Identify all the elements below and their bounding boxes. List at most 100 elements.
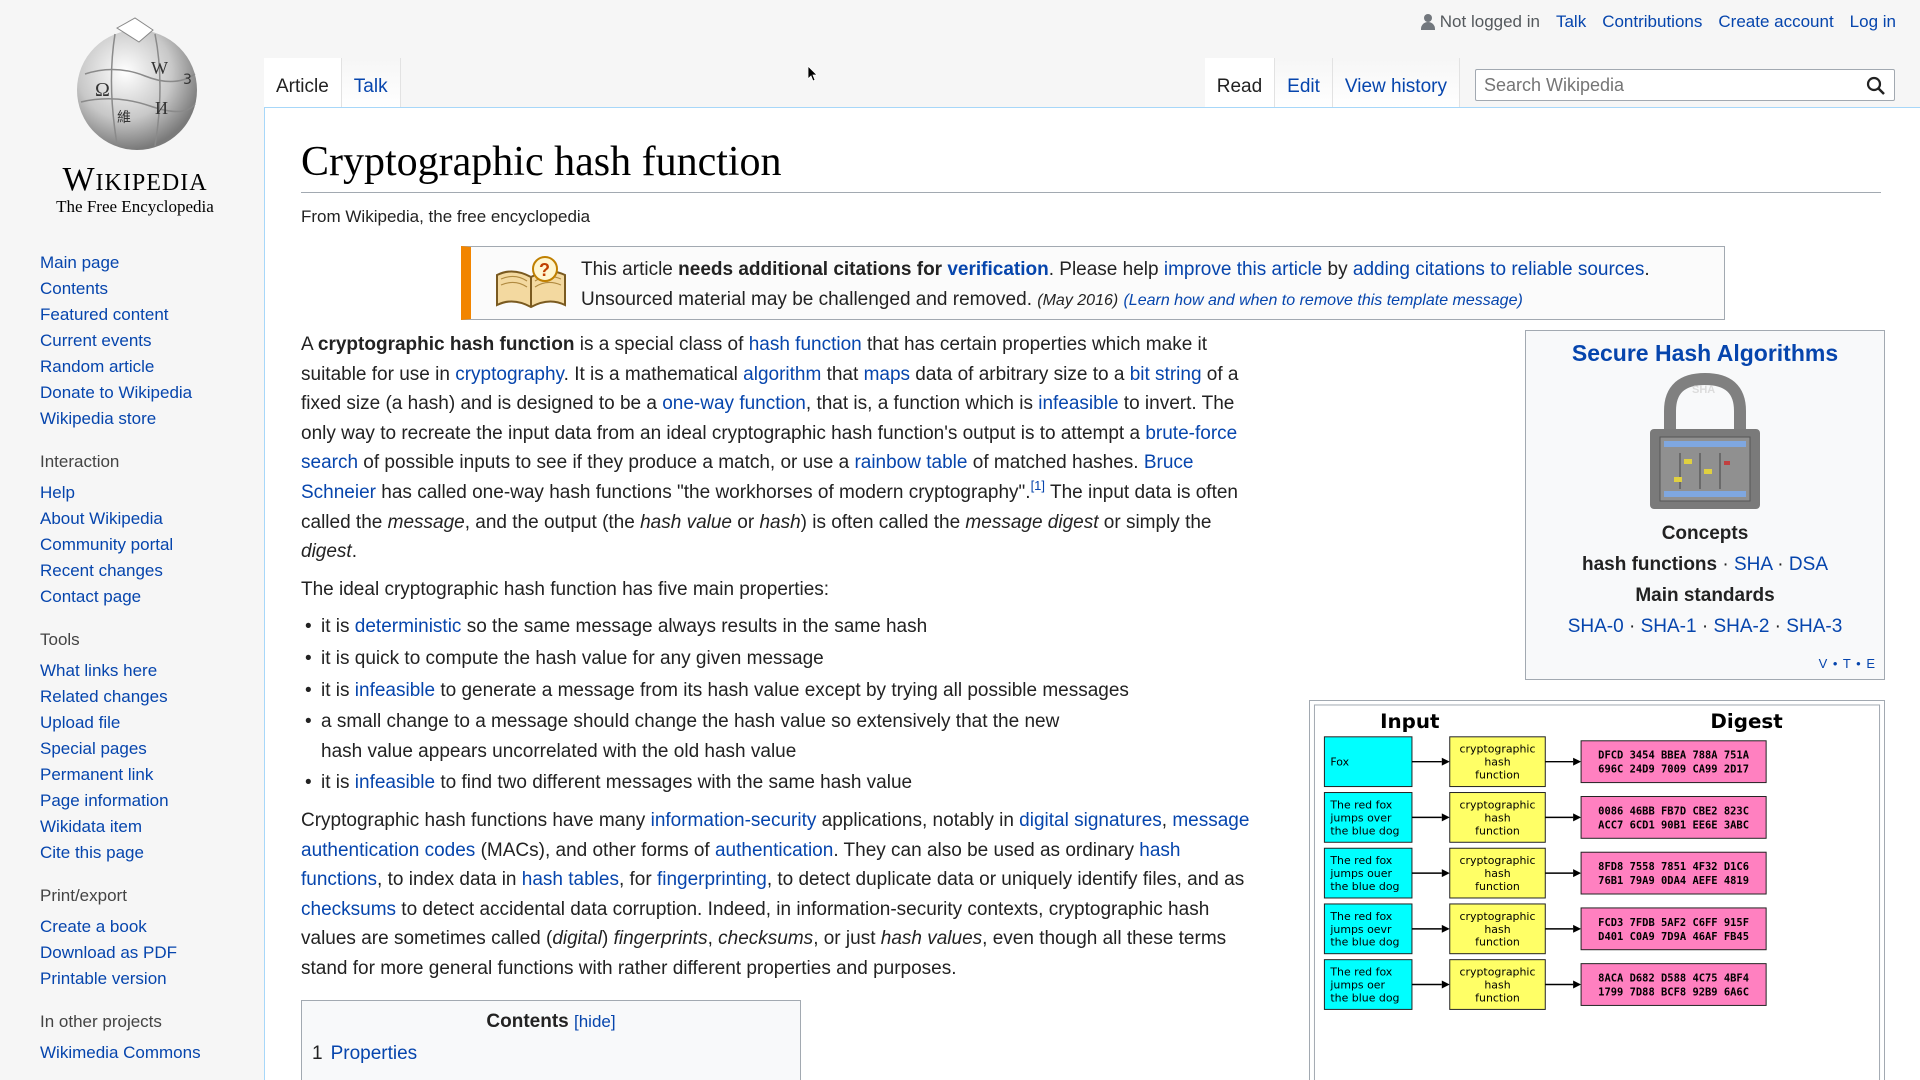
verification-link[interactable]: verification [947,259,1048,280]
toc-list: 1 Properties [312,1043,790,1065]
notice-text: This article [581,259,679,280]
contributions-link[interactable]: Contributions [1602,12,1702,32]
standards-row: SHA-0 · SHA-1 · SHA-2 · SHA-3 [1526,611,1884,642]
text: , that is, a function which is [805,393,1039,415]
link-checksums[interactable]: checksums [301,899,396,920]
puzzle-globe-icon: Ω W И 維 3 [77,17,197,150]
sidebar-item-create-book[interactable]: Create a book [40,917,147,936]
text: . It is a mathematical [563,363,744,385]
link-information-security[interactable]: information-security [651,810,817,831]
sidebar-item-recent-changes[interactable]: Recent changes [40,561,163,580]
adding-citations-link[interactable]: adding citations to reliable sources [1353,259,1645,280]
link-dsa[interactable]: DSA [1789,554,1828,575]
diagram-function-text: cryptographic [1460,854,1536,867]
sidebar-item-featured-content[interactable]: Featured content [40,305,169,324]
italic-term: fingerprints [613,928,708,950]
learn-remove-link[interactable]: (Learn how and when to remove this templ… [1123,289,1522,310]
sidebar-item-contact[interactable]: Contact page [40,587,141,606]
link-digital-signatures[interactable]: digital signatures [1019,810,1162,831]
text: it is [321,616,355,638]
sidebar-item-special-pages[interactable]: Special pages [40,739,147,758]
link-hash-function[interactable]: hash function [749,334,862,355]
sidebar-item-help[interactable]: Help [40,483,75,502]
diagram-digest-text: D401 C0A9 7D9A 46AF FB45 [1598,931,1749,943]
link-cryptography[interactable]: cryptography [455,364,563,385]
sidebar-item-current-events[interactable]: Current events [40,331,152,350]
sidebar-item-about[interactable]: About Wikipedia [40,509,163,528]
list-item: a small change to a message should chang… [301,707,1101,766]
link-sha-2[interactable]: SHA-2 [1713,616,1769,637]
link-bit-string[interactable]: bit string [1130,364,1202,385]
hash-diagram-image[interactable]: Input Digest Foxcryptographichashfunctio… [1309,700,1885,1080]
search-input[interactable] [1476,70,1856,100]
sidebar-item-download-pdf[interactable]: Download as PDF [40,943,177,962]
tab-edit[interactable]: Edit [1275,58,1333,108]
sidebar-item-wikidata-item[interactable]: Wikidata item [40,817,142,836]
text: , to detect duplicate data or uniquely i… [766,869,1245,891]
wikipedia-logo[interactable]: Ω W И 維 3 Wikipedia The Free Encyclopedi… [20,14,250,217]
tab-view-history[interactable]: View history [1332,58,1460,108]
page-title: Cryptographic hash function [301,138,1881,193]
diagram-function-text: function [1475,936,1520,949]
link-hash-tables[interactable]: hash tables [522,869,619,890]
link-one-way-function[interactable]: one-way function [662,393,806,414]
sidebar-item-related-changes[interactable]: Related changes [40,687,168,706]
sidebar-item-printable-version[interactable]: Printable version [40,969,167,988]
italic-term: digest [301,541,352,563]
sidebar-item-donate[interactable]: Donate to Wikipedia [40,383,192,402]
log-in-link[interactable]: Log in [1850,12,1896,32]
diagram-digest-text: FCD3 7FDB 5AF2 C6FF 915F [1598,917,1749,929]
padlock-icon: SHA [1650,372,1760,509]
tab-read[interactable]: Read [1204,58,1276,108]
sidebar-item-community-portal[interactable]: Community portal [40,535,173,554]
improve-article-link[interactable]: improve this article [1164,259,1322,280]
link-maps[interactable]: maps [864,364,910,385]
personal-talk-link[interactable]: Talk [1556,12,1586,32]
diagram-digest-text: ACC7 6CD1 90B1 EE6E 3ABC [1598,819,1749,831]
link-sha[interactable]: SHA [1734,554,1772,575]
diagram-digest-text: 0086 46BB FB7D CBE2 823C [1598,805,1749,817]
arrow-head-icon [1573,924,1582,933]
sidebar-item-store[interactable]: Wikipedia store [40,409,156,428]
sidebar-item-main-page[interactable]: Main page [40,253,119,272]
hash-functions-label: hash functions [1581,554,1718,575]
tab-article[interactable]: Article [264,58,342,108]
link-sha-0[interactable]: SHA-0 [1568,616,1624,637]
arrow-head-icon [1441,980,1450,989]
user-icon [1420,14,1436,30]
toc-item-properties[interactable]: Properties [331,1043,418,1064]
link-sha-1[interactable]: SHA-1 [1641,616,1697,637]
sidebar-navigation: Main page Contents Featured content Curr… [40,250,250,432]
link-algorithm[interactable]: algorithm [743,364,821,385]
link-infeasible[interactable]: infeasible [355,680,435,701]
text: A [301,334,318,355]
link-sha-3[interactable]: SHA-3 [1786,616,1842,637]
search-icon[interactable] [1866,76,1886,96]
toc-title-row: Contents [hide] [312,1011,790,1033]
link-infeasible[interactable]: infeasible [355,772,435,793]
link-deterministic[interactable]: deterministic [355,616,462,637]
sidebar-item-cite-this-page[interactable]: Cite this page [40,843,144,862]
sidebar-item-permanent-link[interactable]: Permanent link [40,765,153,784]
infobox-title-link[interactable]: Secure Hash Algorithms [1572,340,1838,366]
link-infeasible[interactable]: infeasible [1038,393,1118,414]
text: . [351,541,357,563]
tab-talk[interactable]: Talk [341,58,401,108]
sidebar-item-wikimedia-commons[interactable]: Wikimedia Commons [40,1043,201,1062]
citation-notice: ? This article needs additional citation… [461,246,1725,320]
sidebar-item-what-links-here[interactable]: What links here [40,661,157,680]
concepts-row: hash functions · SHA · DSA [1526,549,1884,580]
link-authentication[interactable]: authentication [715,840,833,861]
sidebar-item-upload-file[interactable]: Upload file [40,713,120,732]
link-fingerprinting[interactable]: fingerprinting [657,869,767,890]
sidebar-item-contents[interactable]: Contents [40,279,108,298]
reference-link[interactable]: [1] [1031,478,1045,493]
toc-hide-link[interactable]: [hide] [574,1012,616,1031]
sidebar-item-random-article[interactable]: Random article [40,357,154,376]
arrow-head-icon [1441,813,1450,822]
sidebar-item-page-information[interactable]: Page information [40,791,169,810]
vte-links[interactable]: V • T • E [1819,656,1876,671]
link-rainbow-table[interactable]: rainbow table [854,452,967,473]
create-account-link[interactable]: Create account [1718,12,1833,32]
sidebar-print: Create a book Download as PDF Printable … [40,914,250,992]
